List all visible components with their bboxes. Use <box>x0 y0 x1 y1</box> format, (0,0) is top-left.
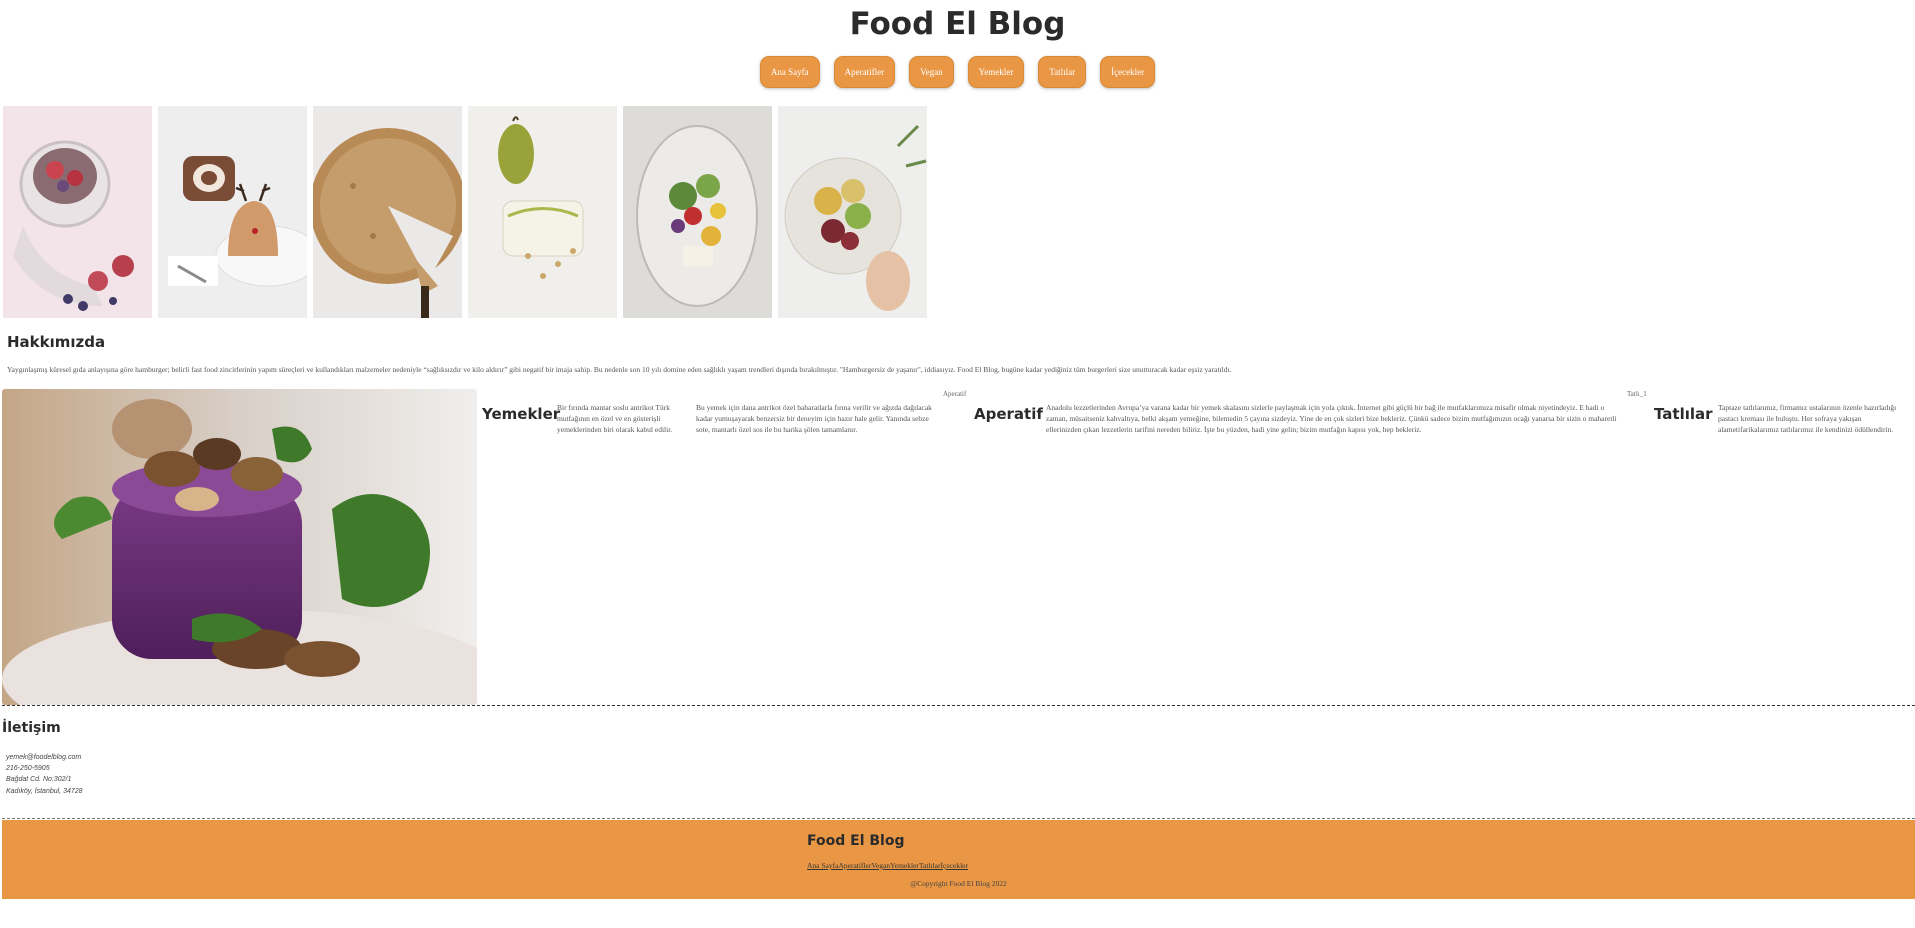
footer-link-yemekler[interactable]: Yemekler <box>890 861 919 870</box>
contact-address-line-1: Bağdat Cd. No:302/1 <box>6 776 72 784</box>
gallery-image-salad-glass <box>623 106 772 318</box>
aperatif-image-alt: Aperatif <box>943 390 967 398</box>
contact-address-line-2: Kadıköy, İstanbul, 34728 <box>6 787 83 795</box>
category-heading-tatlilar: Tatlılar <box>1654 405 1713 423</box>
nav-button-vegan[interactable]: Vegan <box>909 56 954 88</box>
main-nav: Ana Sayfa Aperatifler Vegan Yemekler Tat… <box>0 56 1915 88</box>
footer-link-tatlilar[interactable]: Tatlılar <box>919 861 941 870</box>
contact-info: yemek@foodelblog.com 216-250-5905 Bağdat… <box>6 752 83 797</box>
gallery-image-pear-dessert <box>468 106 617 318</box>
nav-button-yemekler[interactable]: Yemekler <box>967 56 1025 88</box>
category-heading-yemekler: Yemekler <box>482 405 561 423</box>
gallery-image-reindeer-cake <box>158 106 307 318</box>
category-heading-aperatif: Aperatif <box>974 405 1043 423</box>
yemekler-description-2: Bu yemek için dana antrikot özel baharat… <box>696 403 932 434</box>
nav-button-tatlilar[interactable]: Tatlılar <box>1038 56 1087 88</box>
footer-link-ana-sayfa[interactable]: Ana Sayfa <box>807 861 838 870</box>
section-divider <box>2 705 1915 706</box>
nav-button-icecekler[interactable]: İçecekler <box>1100 56 1156 88</box>
tatlilar-description: Taptaze tatlılarımız, firmamız ustaların… <box>1718 403 1897 434</box>
gallery-image-chia-pudding <box>3 106 152 318</box>
photo-gallery <box>3 106 927 318</box>
gallery-image-salad-bowl <box>778 106 927 318</box>
footer-link-vegan[interactable]: Vegan <box>871 861 890 870</box>
footer-title: Food El Blog <box>807 833 905 849</box>
contact-email: yemek@foodelblog.com <box>6 754 82 761</box>
aperatif-description: Anadolu lezzetlerinden Avrupa’ya varana … <box>1046 403 1617 434</box>
footer-link-icecekler[interactable]: İçecekler <box>941 861 968 870</box>
site-title: Food El Blog <box>849 6 1066 42</box>
about-paragraph: Yaygınlaşmış küresel gıda anlayışına gör… <box>7 365 1232 374</box>
contact-phone: 216-250-5905 <box>6 765 50 773</box>
nav-button-aperatifler[interactable]: Aperatifler <box>833 56 896 88</box>
site-footer: Food El Blog Ana Sayfa Aperatifler Vegan… <box>2 820 1915 899</box>
footer-link-aperatifler[interactable]: Aperatifler <box>838 861 871 870</box>
copyright-text: @Copyright Food El Blog 2022 <box>910 879 1007 888</box>
hero-image-purple-potato-mushroom <box>2 389 477 705</box>
about-heading: Hakkımızda <box>7 333 106 351</box>
footer-divider <box>2 818 1915 819</box>
nav-button-ana-sayfa[interactable]: Ana Sayfa <box>759 56 820 88</box>
tatli-image-alt: Tatlı_1 <box>1627 390 1647 398</box>
yemekler-description-1: Bir fırında mantar soslu antrikot Türk m… <box>557 403 673 434</box>
footer-nav: Ana Sayfa Aperatifler Vegan Yemekler Tat… <box>807 861 968 870</box>
gallery-image-pie <box>313 106 462 318</box>
contact-heading: İletişim <box>2 720 61 736</box>
